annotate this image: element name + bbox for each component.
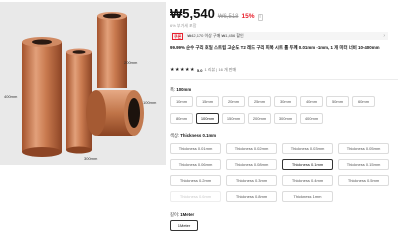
product-image[interactable]: 400mm 300mm 200mm 100mm <box>0 2 166 165</box>
coupon-banner[interactable]: 쿠폰 ₩42,170 이상 구매 ₩1,456 할인 › <box>170 32 388 40</box>
coupon-tag: 쿠폰 <box>172 32 184 40</box>
star-icon: ★ <box>189 67 195 73</box>
thickness-option-chip[interactable]: Thickness 0.02mm <box>226 143 277 154</box>
product-info: ₩5,540 ₩6,518 15% i 6% 부가세 포함 쿠폰 ₩42,170… <box>170 0 398 243</box>
color-option-label: 색상: Thickness 0.1mm <box>170 133 216 139</box>
width-option-label: 폭: 100mm <box>170 87 191 93</box>
length-option-label: 길이: 1Meter <box>170 212 194 218</box>
color-label: 색상: <box>170 133 181 138</box>
original-price: ₩6,518 <box>217 14 239 20</box>
width-option-chip[interactable]: 15mm <box>196 96 219 107</box>
star-icon: ★ <box>170 67 175 73</box>
dim-roll-label: 200mm <box>124 60 138 65</box>
star-icon: ★ <box>174 67 180 73</box>
divider <box>170 79 398 80</box>
thickness-option-chip[interactable]: Thickness 0.06mm <box>170 159 221 170</box>
thickness-option-chip[interactable]: Thickness 0.08mm <box>226 159 277 170</box>
width-option-chip[interactable]: 60mm <box>352 96 375 107</box>
discount-badge: 15% <box>241 13 255 20</box>
sale-price: ₩5,540 <box>170 6 215 21</box>
thickness-option-chip[interactable]: Thickness 0.5mm <box>338 175 389 186</box>
width-option-chip[interactable]: 150mm <box>222 113 245 124</box>
star-icon: ★ <box>179 67 185 73</box>
color-selected-value: Thickness 0.1mm <box>180 133 217 138</box>
width-option-chip[interactable]: 400mm <box>300 113 323 124</box>
width-selected-value: 100mm <box>176 87 192 92</box>
width-option-chip[interactable]: 40mm <box>300 96 323 107</box>
dim-height-label: 400mm <box>4 94 18 99</box>
thickness-option-chip[interactable]: Thickness 0.15mm <box>338 159 389 170</box>
width-option-chip[interactable]: 200mm <box>248 113 271 124</box>
width-option-chip[interactable]: 30mm <box>274 96 297 107</box>
length-selected-value: 1Meter <box>180 212 195 217</box>
star-icon: ★ <box>184 67 190 73</box>
dim-diameter-label: 100mm <box>143 100 157 105</box>
width-option-chip[interactable]: 25mm <box>248 96 271 107</box>
dim-width-label: 300mm <box>84 156 98 161</box>
thickness-option-chip[interactable]: Thickness 0.05mm <box>338 143 389 154</box>
thickness-option-chip[interactable]: Thickness 0.1mm <box>282 159 333 170</box>
thickness-option-chip[interactable]: Thickness 1mm <box>282 191 333 202</box>
price-row: ₩5,540 ₩6,518 15% i <box>170 6 263 21</box>
rating-value: 5.0 <box>196 67 203 73</box>
product-title: 99.99% 순수 구리 호일 스트립 고순도 T2 레드 구리 피복 시트 롤… <box>170 45 380 50</box>
rating-row[interactable]: ★ ★ ★ ★ ★ 5.0 1 리뷰 | 16 개 판매 <box>170 67 236 73</box>
thickness-option-chip[interactable]: Thickness 0.3mm <box>226 175 277 186</box>
width-option-chip[interactable]: 80mm <box>170 113 193 124</box>
width-option-chip[interactable]: 100mm <box>196 113 219 124</box>
thickness-option-chip[interactable]: Thickness 0.03mm <box>282 143 333 154</box>
rating-meta: 1 리뷰 | 16 개 판매 <box>204 67 237 72</box>
info-icon[interactable]: i <box>257 14 263 21</box>
chevron-right-icon: › <box>383 33 385 39</box>
coupon-text: ₩42,170 이상 구매 ₩1,456 할인 <box>187 33 244 38</box>
thickness-option-chip[interactable]: Thickness 0.2mm <box>170 175 221 186</box>
length-label: 길이: <box>170 212 181 217</box>
thickness-option-chip[interactable]: Thickness 0.6mm <box>170 191 221 202</box>
width-option-chip[interactable]: 50mm <box>326 96 349 107</box>
thickness-option-chip[interactable]: Thickness 0.4mm <box>282 175 333 186</box>
tax-note: 6% 부가세 포함 <box>170 23 197 28</box>
width-option-chip[interactable]: 300mm <box>274 113 297 124</box>
width-option-chip[interactable]: 20mm <box>222 96 245 107</box>
width-option-chip[interactable]: 10mm <box>170 96 193 107</box>
thickness-option-chip[interactable]: Thickness 0.01mm <box>170 143 221 154</box>
copper-rolls-illustration: 400mm 300mm 200mm 100mm <box>0 2 166 165</box>
thickness-option-chip[interactable]: Thickness 0.8mm <box>226 191 277 202</box>
length-option-chip[interactable]: 1Meter <box>170 220 198 231</box>
